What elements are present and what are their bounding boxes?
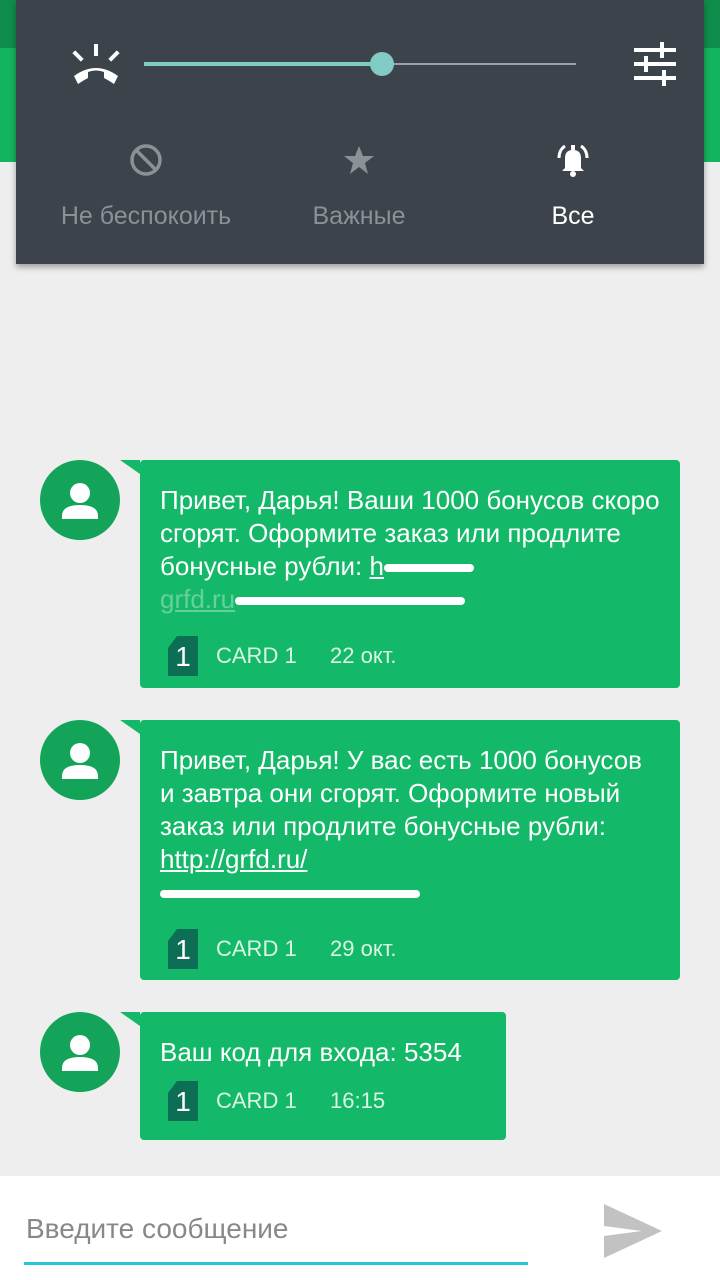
mode-label: Все: [551, 202, 595, 230]
sim-label: CARD 1: [216, 643, 297, 668]
message-meta: 1 CARD 1 29 окт.: [160, 929, 660, 969]
slider-fill: [144, 62, 382, 66]
slider-thumb[interactable]: [369, 52, 394, 76]
sim-label: CARD 1: [216, 936, 297, 961]
person-icon: [62, 483, 98, 519]
ring-volume-slider[interactable]: [144, 48, 576, 80]
redaction-mark: [160, 890, 420, 899]
message-time: 29 окт.: [330, 936, 397, 961]
bell-ring-icon: [557, 144, 589, 177]
message-text: Привет, Дарья! Ваши 1000 бонусов скоро с…: [160, 485, 660, 614]
message-bubble[interactable]: Привет, Дарья! Ваши 1000 бонусов скоро с…: [120, 460, 680, 688]
phone-ring-icon[interactable]: [68, 42, 124, 86]
message-bubble[interactable]: Ваш код для входа: 5354 1 CARD 1 16:15: [120, 1012, 506, 1140]
redaction-mark: [235, 597, 466, 606]
send-icon[interactable]: [600, 1200, 666, 1262]
message-link[interactable]: http://grfd.ru/: [160, 844, 307, 874]
avatar[interactable]: [40, 720, 120, 800]
sim-label: CARD 1: [216, 1088, 297, 1113]
sim-card-icon: 1: [168, 1081, 198, 1121]
mode-label: Важные: [312, 202, 406, 230]
avatar[interactable]: [40, 1012, 120, 1092]
message-text: Ваш код для входа: 5354: [160, 1037, 462, 1067]
message-link[interactable]: grfd.ru: [160, 584, 235, 614]
volume-panel: Не беспокоить Важные Все: [16, 0, 704, 264]
message-time: 16:15: [330, 1088, 386, 1113]
input-underline: [24, 1262, 528, 1265]
redaction-mark: [383, 564, 474, 573]
mode-do-not-disturb[interactable]: Не беспокоить: [31, 140, 261, 231]
star-icon: [344, 146, 374, 174]
person-icon: [62, 1035, 98, 1071]
message-bubble[interactable]: Привет, Дарья! У вас есть 1000 бонусов и…: [120, 720, 680, 980]
tune-settings-icon[interactable]: [630, 42, 680, 86]
message-meta: 1 CARD 1 16:15: [160, 1081, 486, 1121]
sim-card-icon: 1: [168, 636, 198, 676]
sim-card-icon: 1: [168, 929, 198, 969]
mode-label: Не беспокоить: [60, 202, 232, 230]
block-icon: [130, 144, 162, 176]
message-composer: [0, 1176, 720, 1280]
avatar[interactable]: [40, 460, 120, 540]
mode-all[interactable]: Все: [458, 140, 688, 231]
message-text: Привет, Дарья! У вас есть 1000 бонусов и…: [160, 744, 660, 909]
message-time: 22 окт.: [330, 643, 397, 668]
person-icon: [62, 743, 98, 779]
message-link[interactable]: h: [369, 551, 383, 581]
message-meta: 1 CARD 1 22 окт.: [160, 636, 660, 676]
mode-important[interactable]: Важные: [244, 140, 474, 231]
message-input[interactable]: [24, 1206, 532, 1252]
